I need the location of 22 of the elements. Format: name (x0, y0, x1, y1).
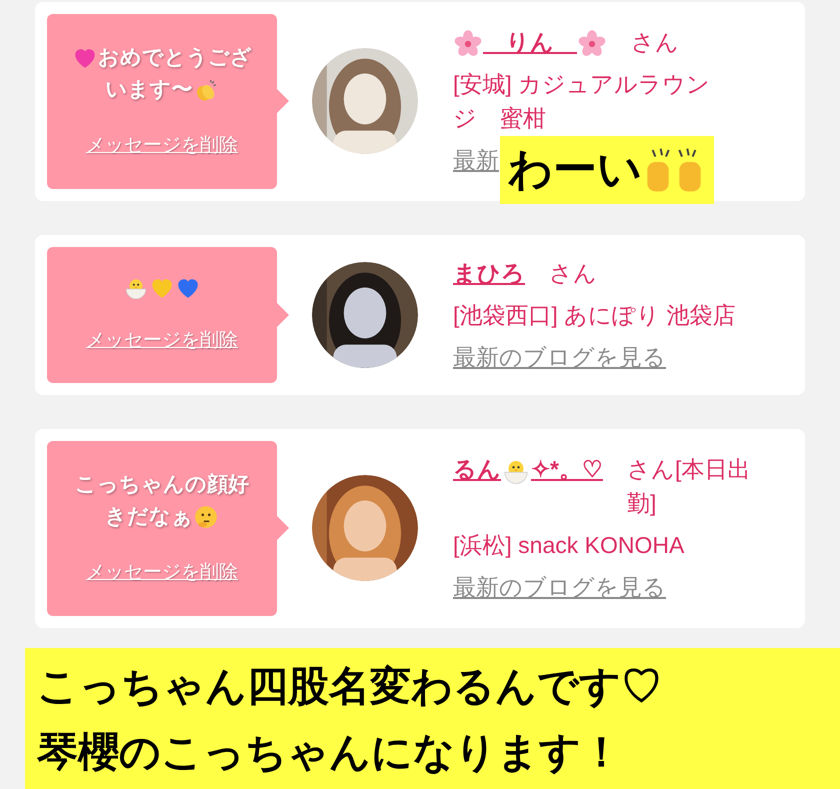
name-link[interactable]: まひろ (453, 256, 525, 290)
blog-link[interactable]: 最新のブログを見る (453, 570, 666, 604)
message-text: おめでとうござ (98, 45, 252, 71)
caption-text: わーい (508, 148, 642, 192)
honorific-text: さん (631, 28, 679, 58)
message-text: こっちゃんの顔好 (75, 472, 249, 498)
blog-link[interactable]: 最新のブログを見る (453, 340, 666, 374)
message-text: きだなぁ (105, 504, 193, 530)
message-text: います〜 (106, 77, 192, 103)
caption-text: こっちゃん四股名変わるんです♡ 琴櫻のこっちゃんになります！ (37, 662, 662, 776)
name-link[interactable]: りん (453, 25, 607, 60)
honorific-text: さん (549, 258, 597, 288)
delete-message-link[interactable]: メッセージを削除 (86, 326, 238, 355)
delete-message-link[interactable]: メッセージを削除 (86, 559, 238, 588)
blog-link[interactable]: 最新 (453, 143, 499, 178)
delete-message-link[interactable]: メッセージを削除 (86, 132, 238, 160)
shop-name: [池袋西口] あにぽり 池袋店 (453, 300, 737, 330)
shop-name: [浜松] snack KONOHA (453, 531, 686, 560)
thinking-face-icon (193, 504, 219, 530)
shop-name: [安城] カジュアルラウンジ 蜜柑 (453, 70, 712, 134)
name-link[interactable]: るん ✧*。♡ (453, 452, 603, 486)
honorific-text: さん[本日出勤] (626, 455, 752, 518)
